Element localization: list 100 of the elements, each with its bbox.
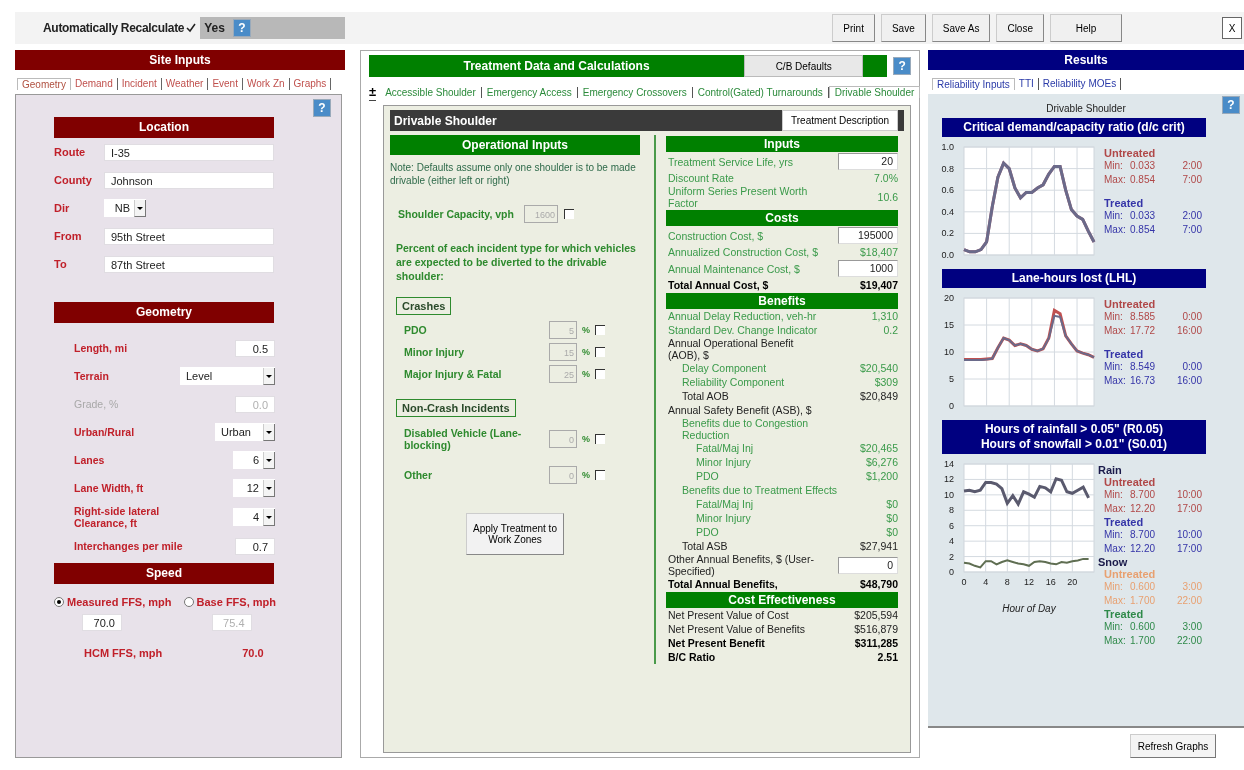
row-label: Total Annual Benefits, (668, 578, 778, 590)
axis-tick-label: 0.6 (941, 185, 954, 196)
stat-value: 16.73 (1130, 374, 1157, 388)
row-label: Uniform Series Present Worth Factor (668, 185, 809, 209)
section-title: Costs (666, 210, 898, 226)
row-value: $18,407 (860, 246, 898, 258)
stat-value: 12.20 (1130, 542, 1157, 556)
row-value: $48,790 (860, 578, 898, 590)
stat-label: Max: (1104, 634, 1127, 648)
row-label: PDO (696, 526, 719, 538)
axis-tick-label: 15 (944, 320, 954, 330)
row-value: $1,200 (865, 470, 898, 482)
field-label: Interchanges per mile (74, 540, 183, 552)
legend-heading: Treated (1104, 197, 1145, 209)
field-label: PDO (404, 324, 428, 336)
row-value: $0 (886, 498, 898, 510)
treatment-name: Drivable Shoulder (1046, 103, 1126, 114)
unit-label: % (582, 325, 590, 335)
field-label: Shoulder Capacity, vph (398, 208, 515, 220)
axis-tick-label: 10 (944, 347, 954, 357)
row-value: $19,407 (860, 279, 898, 291)
axis-tick-label: 12 (1024, 577, 1034, 587)
row-value: $20,849 (860, 390, 898, 402)
axis-tick-label: 0.8 (941, 163, 954, 174)
row-value: 0.2 (883, 324, 898, 336)
stat-label: Max: (1104, 223, 1127, 237)
row-label: B/C Ratio (668, 651, 716, 663)
stat-value: 8.549 (1130, 360, 1157, 374)
stat-value: 0.600 (1130, 580, 1157, 594)
row-value: $0 (886, 526, 898, 538)
legend-group: Snow (1098, 556, 1202, 568)
field-label: Dir (54, 202, 71, 214)
axis-tick-label: 6 (949, 520, 954, 531)
row-label: Treatment Service Life, yrs (668, 155, 794, 168)
section-title: Location (54, 117, 274, 138)
row-label: Annual Delay Reduction, veh-hr (668, 310, 817, 322)
stat-time: 16:00 (1175, 374, 1202, 388)
stat-time: 7:00 (1181, 173, 1202, 187)
chart-title: Lane-hours lost (LHL) (942, 269, 1206, 288)
field-label: Major Injury & Fatal (404, 368, 503, 380)
radio-label: Measured FFS, mph (67, 596, 172, 608)
axis-tick-label: 0 (949, 567, 954, 577)
field-label: Route (54, 146, 87, 158)
stat-label: Min: (1104, 528, 1124, 542)
row-label: Benefits due to Congestion Reduction (682, 417, 810, 441)
axis-tick-label: 16 (1045, 577, 1056, 587)
field-label: Grade, % (74, 398, 119, 410)
treatment-name: Drivable Shoulder (394, 113, 497, 128)
instruction-text: Percent of each incident type for which vehicles are expected to be diverted to the drivable shoulder: (396, 241, 637, 283)
stat-label: Min: (1104, 209, 1124, 223)
section-title: Speed (54, 563, 274, 584)
axis-tick-label: 0 (949, 401, 954, 411)
stat-time: 16:00 (1175, 324, 1202, 338)
group-title: Non-Crash Incidents (396, 399, 516, 417)
stat-label: Max: (1104, 173, 1127, 187)
stat-label: Max: (1104, 594, 1127, 608)
stat-value: 1.700 (1130, 594, 1157, 608)
field-label: To (54, 258, 68, 270)
stat-value: 8.700 (1130, 528, 1157, 542)
field-label: County (54, 174, 93, 186)
row-label: Minor Injury (696, 512, 751, 524)
stat-value: 8.700 (1130, 488, 1157, 502)
stat-label: Max: (1104, 542, 1127, 556)
section-title: Benefits (666, 293, 898, 309)
axis-tick-label: 10 (944, 489, 954, 500)
row-value: 2.51 (877, 651, 898, 663)
legend-heading: Treated (1104, 348, 1145, 360)
panel-title: Treatment Data and Calculations (369, 55, 745, 77)
row-label: Reliability Component (682, 376, 785, 388)
stat-time: 7:00 (1181, 223, 1202, 237)
row-label: Annual Maintenance Cost, $ (668, 262, 800, 275)
stat-label: Min: (1104, 159, 1124, 173)
stat-label: Min: (1104, 310, 1124, 324)
row-label: Total AOB (682, 390, 729, 402)
stat-label: Min: (1104, 580, 1124, 594)
legend-heading: Treated (1104, 516, 1145, 528)
unit-label: % (582, 369, 590, 379)
field-label: Length, mi (74, 342, 128, 354)
row-label: Net Present Benefit (668, 637, 765, 649)
field-label: From (54, 230, 83, 242)
row-label: Annual Safety Benefit (ASB), $ (668, 404, 812, 416)
axis-tick-label: 0.4 (941, 206, 954, 217)
row-label: Other Annual Benefits, $ (User-Specified) (668, 553, 815, 577)
legend-group: Rain (1098, 464, 1202, 476)
recalc-value: Yes (204, 21, 225, 35)
row-value: $0 (886, 512, 898, 524)
axis-tick-label: 8 (949, 505, 954, 516)
axis-tick-label: 1.0 (941, 142, 954, 152)
stat-label: Max: (1104, 502, 1127, 516)
axis-tick-label: 0 (961, 577, 967, 587)
axis-tick-label: 20 (1067, 577, 1078, 587)
chart-title: Critical demand/capacity ratio (d/c crit) (942, 118, 1206, 137)
stat-label: Max: (1104, 324, 1127, 338)
field-label: Lane Width, ft (74, 482, 144, 494)
axis-tick-label: 8 (1004, 577, 1010, 587)
section-title: Operational Inputs (390, 135, 640, 155)
row-value: $311,285 (854, 637, 898, 649)
row-label: Minor Injury (696, 456, 751, 468)
field-label: Terrain (74, 370, 109, 382)
section-title: Cost Effectiveness (666, 592, 898, 608)
